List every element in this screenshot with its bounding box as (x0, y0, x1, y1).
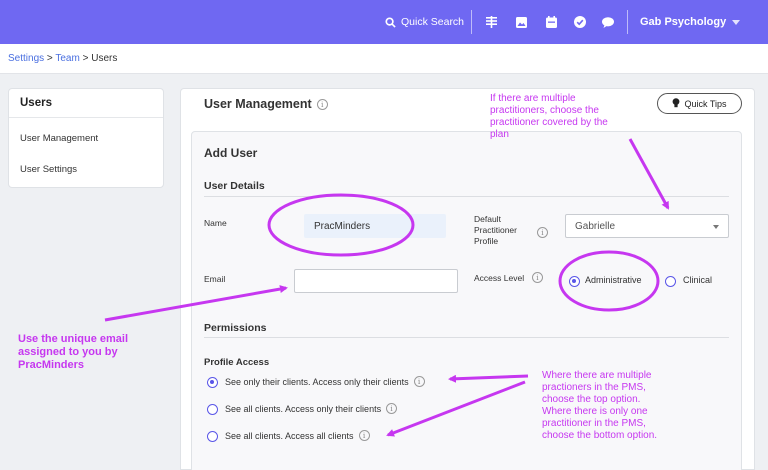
list-icon (484, 15, 498, 29)
list-button[interactable] (484, 0, 498, 44)
profile-option-radio-1[interactable] (207, 377, 218, 388)
breadcrumb-current: Users (91, 53, 118, 64)
practice-name: Gab Psychology (640, 16, 727, 28)
name-field[interactable]: PracMinders (304, 214, 446, 238)
quick-search-label: Quick Search (401, 16, 465, 28)
info-icon[interactable]: i (537, 227, 548, 238)
info-icon[interactable]: i (532, 272, 543, 283)
add-user-card: Add User User Details Name PracMinders D… (191, 131, 742, 470)
profile-option-radio-3[interactable] (207, 431, 218, 442)
default-practitioner-label: Default Practitioner Profile (474, 214, 517, 246)
chat-icon (601, 15, 615, 29)
chevron-down-icon (713, 225, 719, 229)
practice-menu[interactable]: Gab Psychology (640, 0, 741, 44)
divider (9, 117, 163, 118)
breadcrumb-settings[interactable]: Settings (8, 53, 44, 64)
info-icon[interactable]: i (358, 430, 370, 441)
name-label: Name (204, 218, 227, 228)
annotation-left-note: Use the unique email assigned to you by … (18, 333, 129, 371)
access-clinical-radio[interactable] (665, 276, 676, 287)
annotation-right-note: Where there are multiple practioners in … (542, 370, 658, 441)
topbar-divider (627, 10, 628, 34)
info-icon[interactable]: i (316, 98, 328, 110)
email-field[interactable] (294, 269, 458, 293)
annotation-top-note: If there are multiple practitioners, cho… (490, 93, 608, 140)
breadcrumb-bar: Settings > Team > Users (0, 44, 768, 74)
user-details-heading: User Details (204, 180, 265, 192)
sidebar-item-user-settings[interactable]: User Settings (20, 164, 77, 175)
topbar-divider (471, 10, 472, 34)
profile-option-label-2[interactable]: See all clients. Access only their clien… (225, 403, 398, 414)
sidebar-item-user-management[interactable]: User Management (20, 133, 98, 144)
default-practitioner-select[interactable]: Gabrielle (565, 214, 729, 238)
calendar-icon (544, 15, 558, 29)
quick-tips-button[interactable]: Quick Tips (657, 93, 742, 114)
access-administrative-label[interactable]: Administrative (585, 275, 642, 285)
profile-option-radio-2[interactable] (207, 404, 218, 415)
page-title: User Management i (204, 97, 328, 111)
email-label: Email (204, 274, 226, 284)
main-panel: User Management i Quick Tips Add User Us… (180, 88, 755, 470)
divider (204, 196, 729, 197)
access-clinical-label[interactable]: Clinical (683, 275, 712, 285)
quick-search-button[interactable]: Quick Search (383, 0, 464, 44)
search-icon (383, 15, 397, 29)
messages-button[interactable] (601, 0, 615, 44)
profile-option-label-3[interactable]: See all clients. Access all clients i (225, 430, 370, 441)
check-icon (573, 15, 587, 29)
gallery-button[interactable] (514, 0, 528, 44)
image-icon (514, 15, 528, 29)
access-administrative-radio[interactable] (569, 276, 580, 287)
users-sidebar: Users User Management User Settings (8, 88, 164, 188)
permissions-heading: Permissions (204, 322, 267, 334)
top-bar: Quick Search Gab Psychology (0, 0, 768, 44)
profile-access-heading: Profile Access (204, 357, 270, 368)
breadcrumb: Settings > Team > Users (8, 53, 118, 64)
lightbulb-icon (672, 97, 680, 110)
info-icon[interactable]: i (413, 376, 425, 387)
add-user-heading: Add User (204, 146, 258, 160)
sidebar-title: Users (20, 97, 52, 109)
access-level-label: Access Level (474, 273, 525, 283)
divider (204, 337, 729, 338)
profile-option-label-1[interactable]: See only their clients. Access only thei… (225, 376, 425, 387)
tasks-button[interactable] (573, 0, 587, 44)
breadcrumb-team[interactable]: Team (55, 53, 79, 64)
chevron-down-icon (732, 19, 741, 25)
info-icon[interactable]: i (386, 403, 398, 414)
calendar-button[interactable] (544, 0, 558, 44)
